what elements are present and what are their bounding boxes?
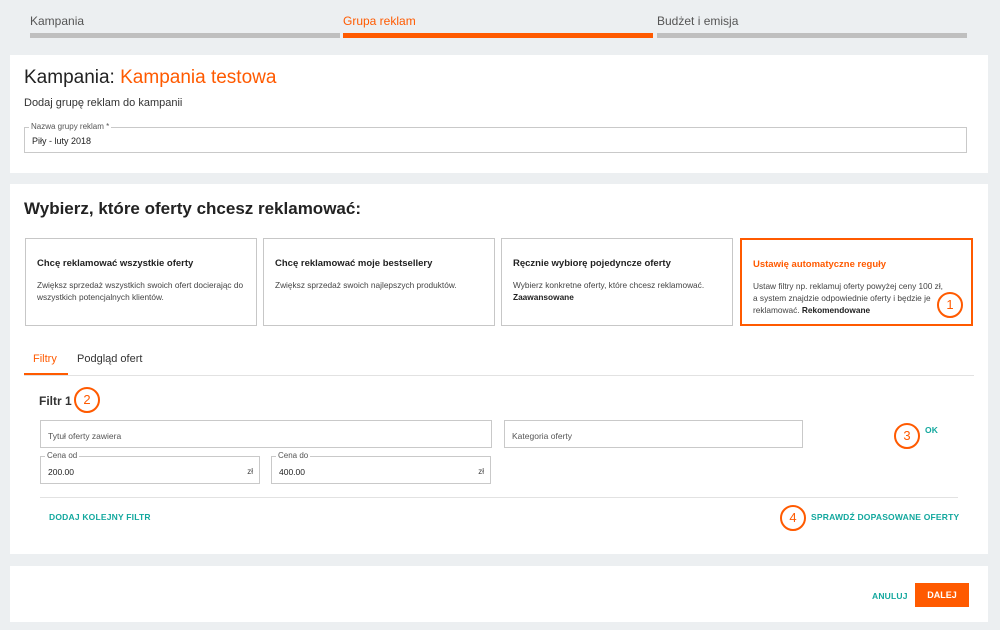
- category-input[interactable]: Kategoria oferty: [504, 420, 803, 448]
- ad-group-name-field[interactable]: Nazwa grupy reklam * Piły - luty 2018: [24, 122, 967, 153]
- step-kampania[interactable]: Kampania: [30, 0, 340, 40]
- step-label: Budżet i emisja: [657, 14, 739, 28]
- currency-label: zł: [247, 467, 253, 476]
- ad-group-name-value[interactable]: Piły - luty 2018: [32, 136, 91, 146]
- offer-option-desc-text: Zwiększ sprzedaż wszystkich swoich ofert…: [37, 280, 244, 302]
- step-label: Kampania: [30, 14, 85, 28]
- category-placeholder: Kategoria oferty: [512, 431, 573, 441]
- price-to-value[interactable]: 400.00: [279, 467, 305, 477]
- tab-filtry[interactable]: Filtry: [33, 353, 57, 365]
- offers-heading: Wybierz, które oferty chcesz reklamować:: [24, 199, 361, 218]
- offer-option-tag: Rekomendowane: [801, 305, 871, 315]
- step-bar: [657, 33, 967, 38]
- filter-divider: [40, 497, 958, 498]
- price-from-value[interactable]: 200.00: [48, 467, 74, 477]
- title-contains-input[interactable]: Tytuł oferty zawiera: [40, 420, 492, 448]
- progress-stepper: Kampania Grupa reklam Budżet i emisja: [0, 0, 1000, 44]
- price-from-field[interactable]: Cena od 200.00 zł: [40, 451, 260, 484]
- offer-option-manual[interactable]: Ręcznie wybiorę pojedyncze oferty Wybier…: [501, 238, 733, 326]
- cancel-button[interactable]: ANULUJ: [872, 591, 908, 601]
- offer-option-desc: Zwiększ sprzedaż wszystkich swoich ofert…: [37, 279, 248, 303]
- price-to-label: Cena do: [276, 451, 311, 460]
- page-subtitle: Dodaj grupę reklam do kampanii: [24, 97, 183, 109]
- active-tab-indicator: [24, 373, 68, 375]
- offer-option-tag: Zaawansowane: [513, 292, 574, 302]
- currency-label: zł: [478, 467, 484, 476]
- price-to-field[interactable]: Cena do 400.00 zł: [271, 451, 491, 484]
- ad-group-panel: Kampania: Kampania testowa Dodaj grupę r…: [10, 55, 988, 173]
- filter-tabs: Filtry Podgląd ofert: [24, 344, 974, 376]
- step-label: Grupa reklam: [343, 14, 416, 28]
- offer-option-desc-text: Wybierz konkretne oferty, które chcesz r…: [513, 280, 705, 290]
- title-contains-placeholder: Tytuł oferty zawiera: [48, 431, 122, 441]
- offer-option-desc: Ustaw filtry np. reklamuj oferty powyżej…: [753, 280, 945, 316]
- offer-option-title: Ręcznie wybiorę pojedyncze oferty: [513, 258, 671, 269]
- campaign-name: Kampania testowa: [120, 67, 277, 88]
- page-title: Kampania: Kampania testowa: [24, 67, 276, 89]
- marker-1: 1: [937, 292, 963, 318]
- offer-option-desc: Zwiększ sprzedaż swoich najlepszych prod…: [275, 279, 486, 291]
- offer-option-automatic-rules[interactable]: Ustawię automatyczne reguły Ustaw filtry…: [740, 238, 973, 326]
- step-bar: [30, 33, 340, 38]
- footer-actions: ANULUJ DALEJ: [10, 566, 988, 622]
- next-button[interactable]: DALEJ: [915, 583, 969, 607]
- offer-option-desc: Wybierz konkretne oferty, które chcesz r…: [513, 279, 724, 303]
- offer-option-desc-text: Zwiększ sprzedaż swoich najlepszych prod…: [275, 280, 457, 290]
- step-grupa-reklam[interactable]: Grupa reklam: [343, 0, 653, 40]
- marker-4: 4: [780, 505, 806, 531]
- offer-option-title: Chcę reklamować wszystkie oferty: [37, 258, 194, 269]
- offer-option-title: Ustawię automatyczne reguły: [753, 259, 887, 270]
- offer-option-all[interactable]: Chcę reklamować wszystkie oferty Zwiększ…: [25, 238, 257, 326]
- check-matched-offers-button[interactable]: SPRAWDŹ DOPASOWANE OFERTY: [811, 512, 959, 522]
- marker-3: 3: [894, 423, 920, 449]
- tab-podglad-ofert[interactable]: Podgląd ofert: [77, 353, 142, 365]
- ok-button[interactable]: OK: [925, 425, 938, 435]
- offer-option-bestsellers[interactable]: Chcę reklamować moje bestsellery Zwiększ…: [263, 238, 495, 326]
- filter-title: Filtr 1: [39, 394, 72, 408]
- price-from-label: Cena od: [45, 451, 80, 460]
- offer-option-title: Chcę reklamować moje bestsellery: [275, 258, 433, 269]
- ad-group-name-label: Nazwa grupy reklam *: [29, 122, 112, 131]
- add-filter-button[interactable]: DODAJ KOLEJNY FILTR: [49, 512, 151, 522]
- step-bar: [343, 33, 653, 38]
- marker-2: 2: [74, 387, 100, 413]
- offers-panel: Wybierz, które oferty chcesz reklamować:…: [10, 184, 988, 554]
- step-budzet-i-emisja[interactable]: Budżet i emisja: [657, 0, 967, 40]
- title-prefix: Kampania:: [24, 67, 121, 88]
